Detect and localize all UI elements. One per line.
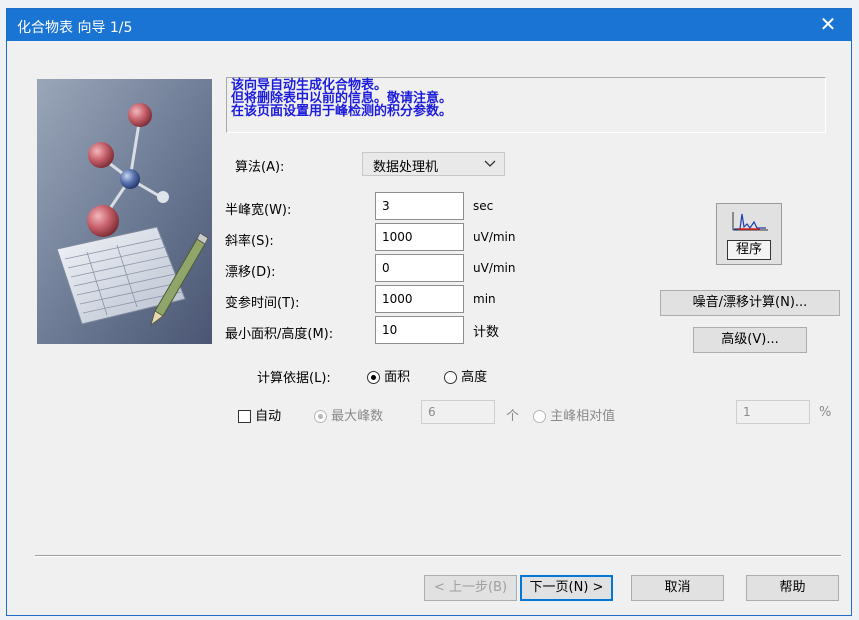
help-button[interactable]: 帮助 bbox=[746, 575, 839, 601]
algorithm-select[interactable]: 数据处理机 bbox=[362, 152, 505, 176]
t-dbl-input[interactable] bbox=[375, 285, 464, 313]
checkbox-icon[interactable] bbox=[238, 410, 251, 423]
close-icon: ✕ bbox=[819, 12, 837, 36]
main-peak-unit: % bbox=[819, 405, 832, 420]
info-line: 在该页面设置用于峰检测的积分参数。 bbox=[231, 104, 453, 119]
back-button[interactable]: < 上一步(B) bbox=[424, 575, 517, 601]
wizard-dialog: 化合物表 向导 1/5 ✕ 该向导自动生成化合物表。 但将删除表中以前的信息。敬… bbox=[6, 8, 852, 616]
main-peak-label: 主峰相对值 bbox=[550, 409, 616, 424]
max-peaks-input: 6 bbox=[421, 400, 495, 424]
calc-basis-area-label: 面积 bbox=[384, 370, 411, 385]
radio-unchecked-icon bbox=[533, 410, 546, 423]
next-button[interactable]: 下一页(N) > bbox=[520, 575, 613, 601]
title-bar: 化合物表 向导 1/5 ✕ bbox=[7, 9, 851, 41]
min-area-unit: 计数 bbox=[473, 325, 500, 340]
t-dbl-unit: min bbox=[473, 292, 496, 306]
slope-unit: uV/min bbox=[473, 230, 516, 244]
t-dbl-label: 变参时间(T): bbox=[225, 296, 300, 311]
drift-label: 漂移(D): bbox=[225, 265, 276, 280]
calc-basis-label: 计算依据(L): bbox=[257, 371, 331, 386]
half-width-unit: sec bbox=[473, 199, 494, 213]
max-peaks-label: 最大峰数 bbox=[331, 409, 384, 424]
radio-checked-icon[interactable] bbox=[367, 371, 380, 384]
advanced-button[interactable]: 高级(V)... bbox=[693, 327, 807, 353]
main-peak-option: 主峰相对值 bbox=[533, 405, 615, 424]
auto-label: 自动 bbox=[255, 409, 282, 424]
main-peak-input: 1 bbox=[736, 400, 810, 424]
half-width-input[interactable] bbox=[375, 192, 464, 220]
max-peaks-unit: 个 bbox=[506, 409, 520, 424]
calc-basis-area-option[interactable]: 面积 bbox=[367, 366, 410, 385]
calc-basis-height-label: 高度 bbox=[461, 370, 488, 385]
slope-input[interactable] bbox=[375, 223, 464, 251]
half-width-label: 半峰宽(W): bbox=[225, 203, 292, 218]
radio-unchecked-icon[interactable] bbox=[444, 371, 457, 384]
auto-checkbox[interactable]: 自动 bbox=[238, 405, 281, 424]
algorithm-selected-value: 数据处理机 bbox=[373, 160, 439, 175]
max-peaks-option: 最大峰数 bbox=[314, 405, 383, 424]
info-box: 该向导自动生成化合物表。 但将删除表中以前的信息。敬请注意。 在该页面设置用于峰… bbox=[226, 77, 826, 133]
chromatogram-icon bbox=[732, 212, 768, 231]
program-button[interactable]: 程序 bbox=[716, 203, 782, 265]
close-button[interactable]: ✕ bbox=[805, 9, 851, 41]
drift-input[interactable] bbox=[375, 254, 464, 282]
slope-label: 斜率(S): bbox=[225, 234, 274, 249]
radio-checked-icon bbox=[314, 410, 327, 423]
chevron-down-icon bbox=[484, 160, 496, 167]
min-area-label: 最小面积/高度(M): bbox=[225, 327, 334, 342]
wizard-illustration bbox=[37, 79, 212, 344]
calc-basis-height-option[interactable]: 高度 bbox=[444, 366, 487, 385]
min-area-input[interactable] bbox=[375, 316, 464, 344]
noise-drift-button[interactable]: 噪音/漂移计算(N)... bbox=[660, 290, 840, 316]
drift-unit: uV/min bbox=[473, 261, 516, 275]
program-button-label: 程序 bbox=[727, 240, 771, 260]
cancel-button[interactable]: 取消 bbox=[631, 575, 724, 601]
algorithm-label: 算法(A): bbox=[235, 160, 285, 175]
footer-separator bbox=[35, 555, 841, 557]
window-title: 化合物表 向导 1/5 bbox=[17, 20, 133, 36]
